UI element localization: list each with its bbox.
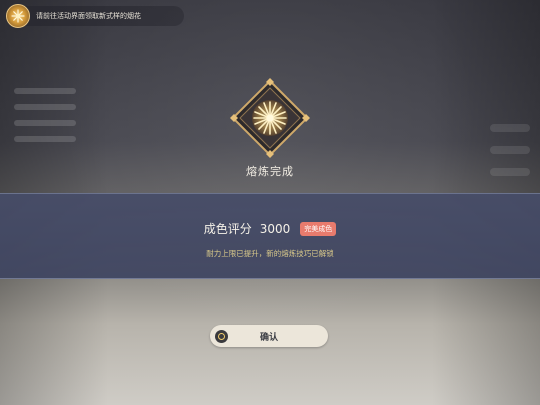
quality-badge: 完美成色	[300, 221, 337, 236]
confirm-button[interactable]: 确认	[210, 325, 328, 347]
score-panel: 成色评分 3000 完美成色 耐力上限已提升，新的熔炼技巧已解锁	[0, 193, 540, 279]
unlock-message: 耐力上限已提升，新的熔炼技巧已解锁	[206, 249, 334, 258]
firework-icon	[6, 4, 30, 28]
notice-text: 请前往活动界面领取新式样的烟花	[36, 12, 141, 20]
score-row: 成色评分 3000 完美成色	[0, 220, 540, 237]
score-label: 成色评分	[203, 222, 252, 236]
activity-notice[interactable]: 请前往活动界面领取新式样的烟花	[6, 4, 184, 28]
result-title: 熔炼完成	[246, 165, 294, 178]
confirm-label: 确认	[259, 332, 278, 343]
firework-emblem-icon	[230, 78, 310, 158]
score-value: 3000	[259, 221, 291, 236]
